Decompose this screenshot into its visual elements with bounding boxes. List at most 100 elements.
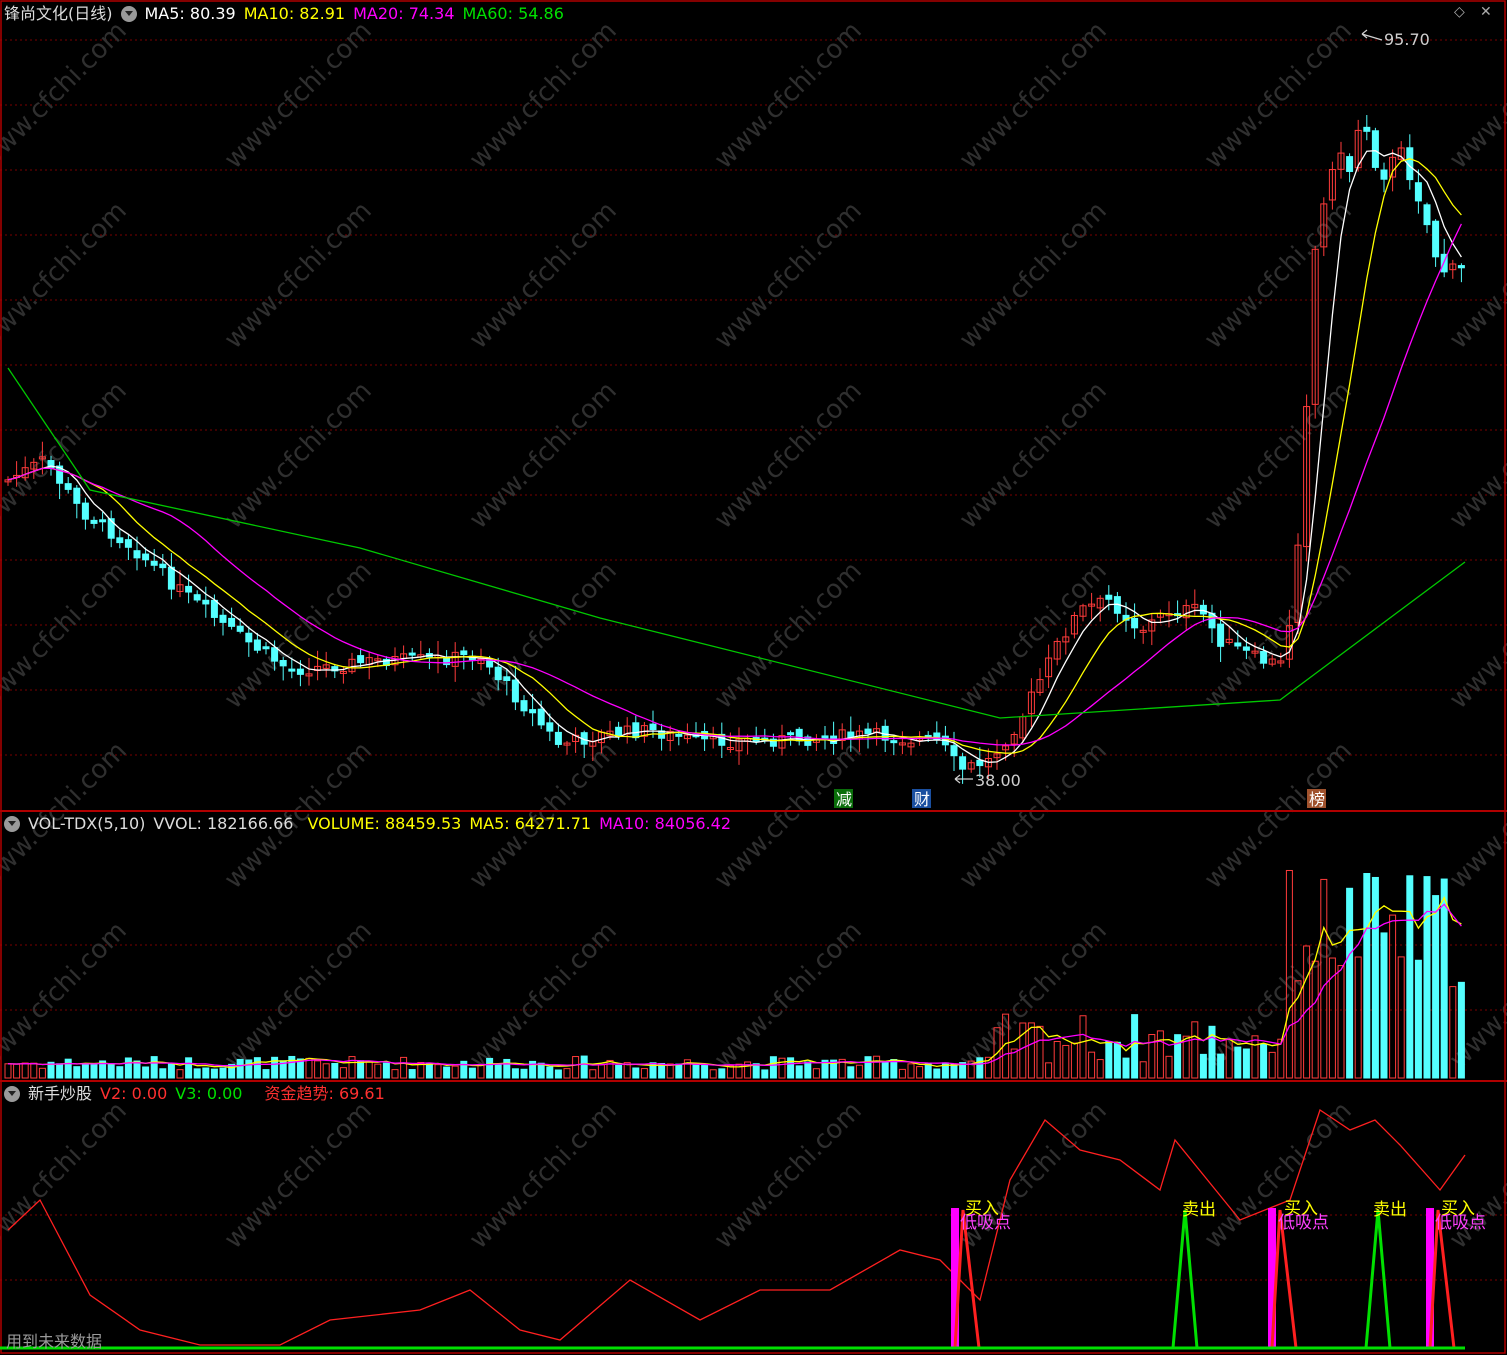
candle-body xyxy=(236,625,244,632)
candle-body xyxy=(864,728,872,735)
volume-bar xyxy=(1165,1055,1173,1079)
volume-panel-menu-icon[interactable] xyxy=(4,816,20,832)
volume-bar xyxy=(1363,873,1371,1079)
candle-body xyxy=(494,666,502,681)
volume-bar xyxy=(236,1058,244,1079)
candle-body xyxy=(1380,169,1388,180)
stock-chart[interactable]: www.cfchi.com www.cfchi.com www.cfchi.com w… xyxy=(0,0,1507,1355)
volume-bar xyxy=(520,1068,528,1079)
volume-bar xyxy=(1337,965,1345,1079)
volume-bar xyxy=(1139,1061,1147,1079)
volume-bar xyxy=(864,1056,872,1079)
volume-bar xyxy=(107,1063,115,1079)
volume-bar xyxy=(1406,875,1414,1079)
volume-bar xyxy=(210,1068,218,1079)
volume-bar xyxy=(701,1065,709,1079)
candle-body xyxy=(520,700,528,712)
ma10-value: MA10: 82.91 xyxy=(243,4,346,23)
volume-bar xyxy=(1053,1040,1061,1079)
volume-bar xyxy=(1268,1051,1276,1079)
candle-body xyxy=(1414,182,1422,202)
volume-bar xyxy=(950,1063,958,1079)
watermark-text: www.cfchi.com xyxy=(954,556,1113,715)
watermark-text: www.cfchi.com xyxy=(0,556,133,715)
stock-title: 锋尚文化(日线) xyxy=(4,4,113,23)
candle-body xyxy=(554,731,562,745)
watermark-text: www.cfchi.com xyxy=(954,916,1113,1075)
main-panel-menu-icon[interactable] xyxy=(120,6,137,22)
volume-bar xyxy=(632,1067,640,1079)
watermark-text: www.cfchi.com xyxy=(709,376,868,535)
volume-bar xyxy=(1440,878,1448,1079)
future-data-note: 用到未来数据 xyxy=(6,1332,102,1351)
volume-bar xyxy=(546,1066,554,1079)
candle-body xyxy=(1423,204,1431,226)
volume-bar xyxy=(434,1064,442,1079)
volume-bar xyxy=(1036,1025,1044,1079)
volume-bar xyxy=(468,1067,476,1079)
volume-bar xyxy=(357,1060,365,1079)
volume-bar xyxy=(873,1055,881,1079)
volume-bar xyxy=(1371,876,1379,1079)
candle-body xyxy=(1371,130,1379,168)
candle-body xyxy=(1346,156,1354,172)
volume-bar xyxy=(322,1063,330,1079)
watermark-text: www.cfchi.com xyxy=(1444,376,1507,535)
watermark-text: www.cfchi.com xyxy=(709,16,868,175)
volume-bar xyxy=(847,1066,855,1079)
diamond-icon[interactable]: ◇ xyxy=(1454,4,1465,20)
volume-bar xyxy=(1045,1062,1053,1079)
watermark-text: www.cfchi.com xyxy=(954,196,1113,355)
indicator-panel-menu-icon[interactable] xyxy=(4,1086,20,1102)
volume-bar xyxy=(1423,876,1431,1079)
volume-bar xyxy=(408,1069,416,1079)
volume-bar xyxy=(382,1062,390,1079)
watermark-text: www.cfchi.com xyxy=(219,1096,378,1255)
low-absorb-label-3: 低吸点 xyxy=(1435,1213,1486,1233)
candle-body xyxy=(503,676,511,681)
volume-bar xyxy=(537,1062,545,1079)
volume-bar xyxy=(116,1066,124,1079)
candle-body xyxy=(228,617,236,627)
watermark-text: www.cfchi.com xyxy=(0,1096,133,1255)
watermark-text: www.cfchi.com xyxy=(219,196,378,355)
candle-body xyxy=(821,735,829,739)
candle-body xyxy=(73,487,81,504)
volume-bar xyxy=(1414,959,1422,1079)
candle-body xyxy=(202,599,210,605)
watermark-text: www.cfchi.com xyxy=(709,556,868,715)
volume-bar xyxy=(563,1068,571,1079)
candle-body xyxy=(546,722,554,732)
volume-bar xyxy=(38,1067,46,1079)
candle-body xyxy=(615,726,623,737)
volume-bar xyxy=(1260,1043,1268,1079)
candle-body xyxy=(1432,220,1440,258)
candle-body xyxy=(167,566,175,590)
watermark-text: www.cfchi.com xyxy=(219,16,378,175)
volume-bar xyxy=(1346,887,1354,1079)
candle-body xyxy=(675,733,683,737)
volume-bar xyxy=(606,1059,614,1079)
candle-body xyxy=(150,560,158,566)
volume-bar xyxy=(494,1064,502,1079)
candle-body xyxy=(950,745,958,757)
volume-bar xyxy=(804,1061,812,1079)
volume-bar xyxy=(90,1063,98,1079)
close-icon[interactable]: ✕ xyxy=(1480,4,1492,20)
watermark-text: www.cfchi.com xyxy=(464,16,623,175)
candle-body xyxy=(133,550,141,559)
candle-body xyxy=(1234,642,1242,647)
mark-cai: 财 xyxy=(914,790,930,809)
volume-bar xyxy=(133,1060,141,1079)
volume-bar xyxy=(486,1057,494,1079)
v2-value: V2: 0.00 xyxy=(100,1084,168,1103)
high-price-label: 95.70 xyxy=(1384,30,1430,49)
candle-body xyxy=(159,563,167,569)
candle-body xyxy=(296,668,304,675)
volume-bar xyxy=(589,1069,597,1079)
candle-body xyxy=(90,519,98,524)
main-panel-header: 锋尚文化(日线) MA5: 80.39 MA10: 82.91 MA20: 74… xyxy=(4,3,564,25)
indicator-name: 新手炒股 xyxy=(28,1084,93,1103)
volume-bar xyxy=(1019,1022,1027,1079)
watermark-text: www.cfchi.com xyxy=(219,916,378,1075)
